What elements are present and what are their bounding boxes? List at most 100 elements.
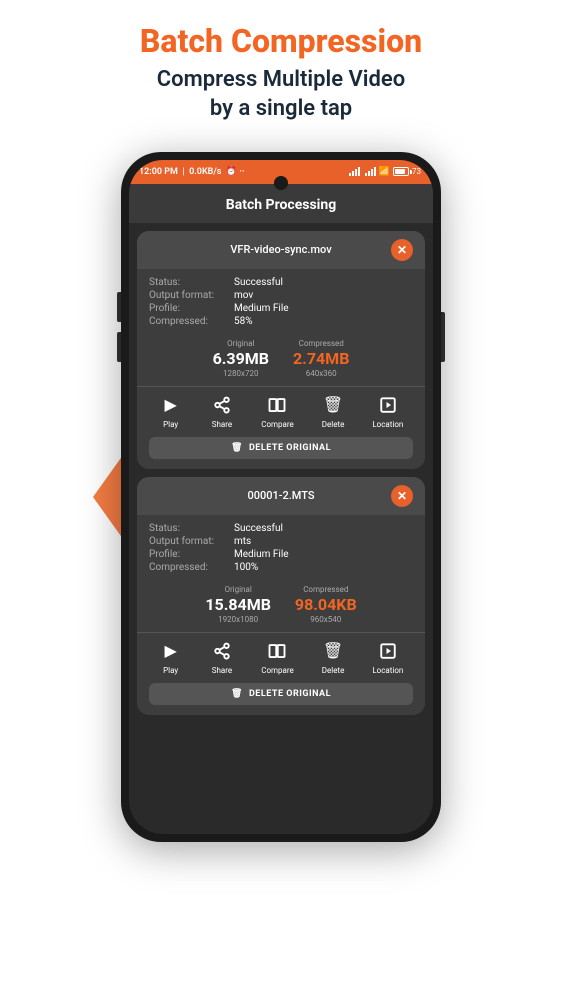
- status-label-2: Status:: [149, 523, 234, 534]
- close-button-1[interactable]: ✕: [391, 239, 413, 261]
- play-label-1: Play: [163, 420, 178, 429]
- profile-label-1: Profile:: [149, 303, 234, 314]
- status-value-1: Successful: [234, 277, 283, 288]
- compressed-size-1: Compressed 2.74MB 640x360: [293, 339, 349, 378]
- status-speed: 0.0KB/s: [189, 167, 221, 177]
- compare-button-2[interactable]: Compare: [261, 639, 294, 675]
- status-value-2: Successful: [234, 523, 283, 534]
- scroll-content[interactable]: VFR-video-sync.mov ✕ Status: Successful …: [129, 223, 433, 834]
- share-button-2[interactable]: Share: [210, 639, 234, 675]
- original-value-1: 6.39MB: [213, 349, 269, 368]
- video-card-1: VFR-video-sync.mov ✕ Status: Successful …: [137, 231, 425, 469]
- power-button: [441, 312, 445, 362]
- delete-original-icon-1: 🗑: [231, 443, 243, 453]
- status-label-1: Status:: [149, 277, 234, 288]
- location-button-1[interactable]: Location: [372, 393, 403, 429]
- original-dims-2: 1920x1080: [205, 615, 271, 624]
- video-card-2: 00001-2.MTS ✕ Status: Successful Output …: [137, 477, 425, 715]
- card-filename-1: VFR-video-sync.mov: [171, 243, 391, 256]
- sub-title: Compress Multiple Videoby a single tap: [20, 66, 542, 123]
- delete-label-2: Delete: [322, 666, 345, 675]
- card-info-1: Status: Successful Output format: mov Pr…: [137, 269, 425, 333]
- info-row-format-1: Output format: mov: [149, 290, 413, 301]
- status-time-speed: 12:00 PM | 0.0KB/s ⏰ ··: [139, 167, 245, 177]
- compressed-value-display-2: 98.04KB: [295, 595, 357, 614]
- card-filename-2: 00001-2.MTS: [171, 489, 391, 502]
- location-button-2[interactable]: Location: [372, 639, 403, 675]
- signal-icon-2: [365, 167, 376, 176]
- original-value-2: 15.84MB: [205, 595, 271, 614]
- location-label-2: Location: [372, 666, 403, 675]
- original-size-2: Original 15.84MB 1920x1080: [205, 585, 271, 624]
- compressed-label-1: Compressed:: [149, 316, 234, 327]
- compressed-value-display-1: 2.74MB: [293, 349, 349, 368]
- delete-icon-1: 🗑: [321, 393, 345, 417]
- app-title: Batch Processing: [226, 197, 336, 213]
- info-row-status-1: Status: Successful: [149, 277, 413, 288]
- original-label-1: Original: [213, 339, 269, 348]
- play-button-1[interactable]: ▶ Play: [159, 393, 183, 429]
- share-icon-1: [210, 393, 234, 417]
- original-size-1: Original 6.39MB 1280x720: [213, 339, 269, 378]
- compare-button-1[interactable]: Compare: [261, 393, 294, 429]
- delete-button-2[interactable]: 🗑 Delete: [321, 639, 345, 675]
- original-label-2: Original: [205, 585, 271, 594]
- delete-original-icon-2: 🗑: [231, 689, 243, 699]
- compressed-size-label-1: Compressed: [293, 339, 349, 348]
- close-button-2[interactable]: ✕: [391, 485, 413, 507]
- info-row-format-2: Output format: mts: [149, 536, 413, 547]
- format-label-1: Output format:: [149, 290, 234, 301]
- compare-label-1: Compare: [261, 420, 294, 429]
- play-label-2: Play: [163, 666, 178, 675]
- card-header-2: 00001-2.MTS ✕: [137, 477, 425, 515]
- info-row-status-2: Status: Successful: [149, 523, 413, 534]
- delete-icon-2: 🗑: [321, 639, 345, 663]
- play-icon-2: ▶: [159, 639, 183, 663]
- signal-icon: [349, 167, 360, 176]
- compressed-value-2: 100%: [234, 562, 258, 573]
- card-header-1: VFR-video-sync.mov ✕: [137, 231, 425, 269]
- size-comparison-2: Original 15.84MB 1920x1080 Compressed 98…: [137, 579, 425, 628]
- original-dims-1: 1280x720: [213, 369, 269, 378]
- share-button-1[interactable]: Share: [210, 393, 234, 429]
- compare-icon-1: [265, 393, 289, 417]
- delete-button-1[interactable]: 🗑 Delete: [321, 393, 345, 429]
- compressed-size-2: Compressed 98.04KB 960x540: [295, 585, 357, 624]
- location-icon-1: [376, 393, 400, 417]
- compressed-dims-2: 960x540: [295, 615, 357, 624]
- format-label-2: Output format:: [149, 536, 234, 547]
- info-row-profile-1: Profile: Medium File: [149, 303, 413, 314]
- play-button-2[interactable]: ▶ Play: [159, 639, 183, 675]
- delete-original-button-2[interactable]: 🗑 DELETE ORIGINAL: [149, 683, 413, 705]
- share-label-1: Share: [212, 420, 232, 429]
- info-row-compressed-1: Compressed: 58%: [149, 316, 413, 327]
- compressed-label-2: Compressed:: [149, 562, 234, 573]
- front-camera: [274, 176, 288, 190]
- format-value-1: mov: [234, 290, 253, 301]
- location-icon-2: [376, 639, 400, 663]
- status-icons: 📶 73: [349, 167, 421, 177]
- info-row-compressed-2: Compressed: 100%: [149, 562, 413, 573]
- format-value-2: mts: [234, 536, 251, 547]
- battery-icon: [393, 167, 409, 176]
- delete-original-button-1[interactable]: 🗑 DELETE ORIGINAL: [149, 437, 413, 459]
- action-row-1: ▶ Play Share: [137, 386, 425, 433]
- compressed-dims-1: 640x360: [293, 369, 349, 378]
- compare-label-2: Compare: [261, 666, 294, 675]
- location-label-1: Location: [372, 420, 403, 429]
- phone-shell: 12:00 PM | 0.0KB/s ⏰ ··: [121, 152, 441, 842]
- share-icon-2: [210, 639, 234, 663]
- info-row-profile-2: Profile: Medium File: [149, 549, 413, 560]
- profile-label-2: Profile:: [149, 549, 234, 560]
- delete-original-label-1: DELETE ORIGINAL: [249, 443, 331, 453]
- action-row-2: ▶ Play Share: [137, 632, 425, 679]
- profile-value-2: Medium File: [234, 549, 289, 560]
- page-header: Batch Compression Compress Multiple Vide…: [0, 0, 562, 134]
- profile-value-1: Medium File: [234, 303, 289, 314]
- card-info-2: Status: Successful Output format: mts Pr…: [137, 515, 425, 579]
- phone-mockup: 12:00 PM | 0.0KB/s ⏰ ··: [121, 152, 441, 842]
- play-icon-1: ▶: [159, 393, 183, 417]
- compressed-size-label-2: Compressed: [295, 585, 357, 594]
- status-bar: 12:00 PM | 0.0KB/s ⏰ ··: [129, 160, 433, 184]
- wifi-icon: 📶: [379, 167, 390, 177]
